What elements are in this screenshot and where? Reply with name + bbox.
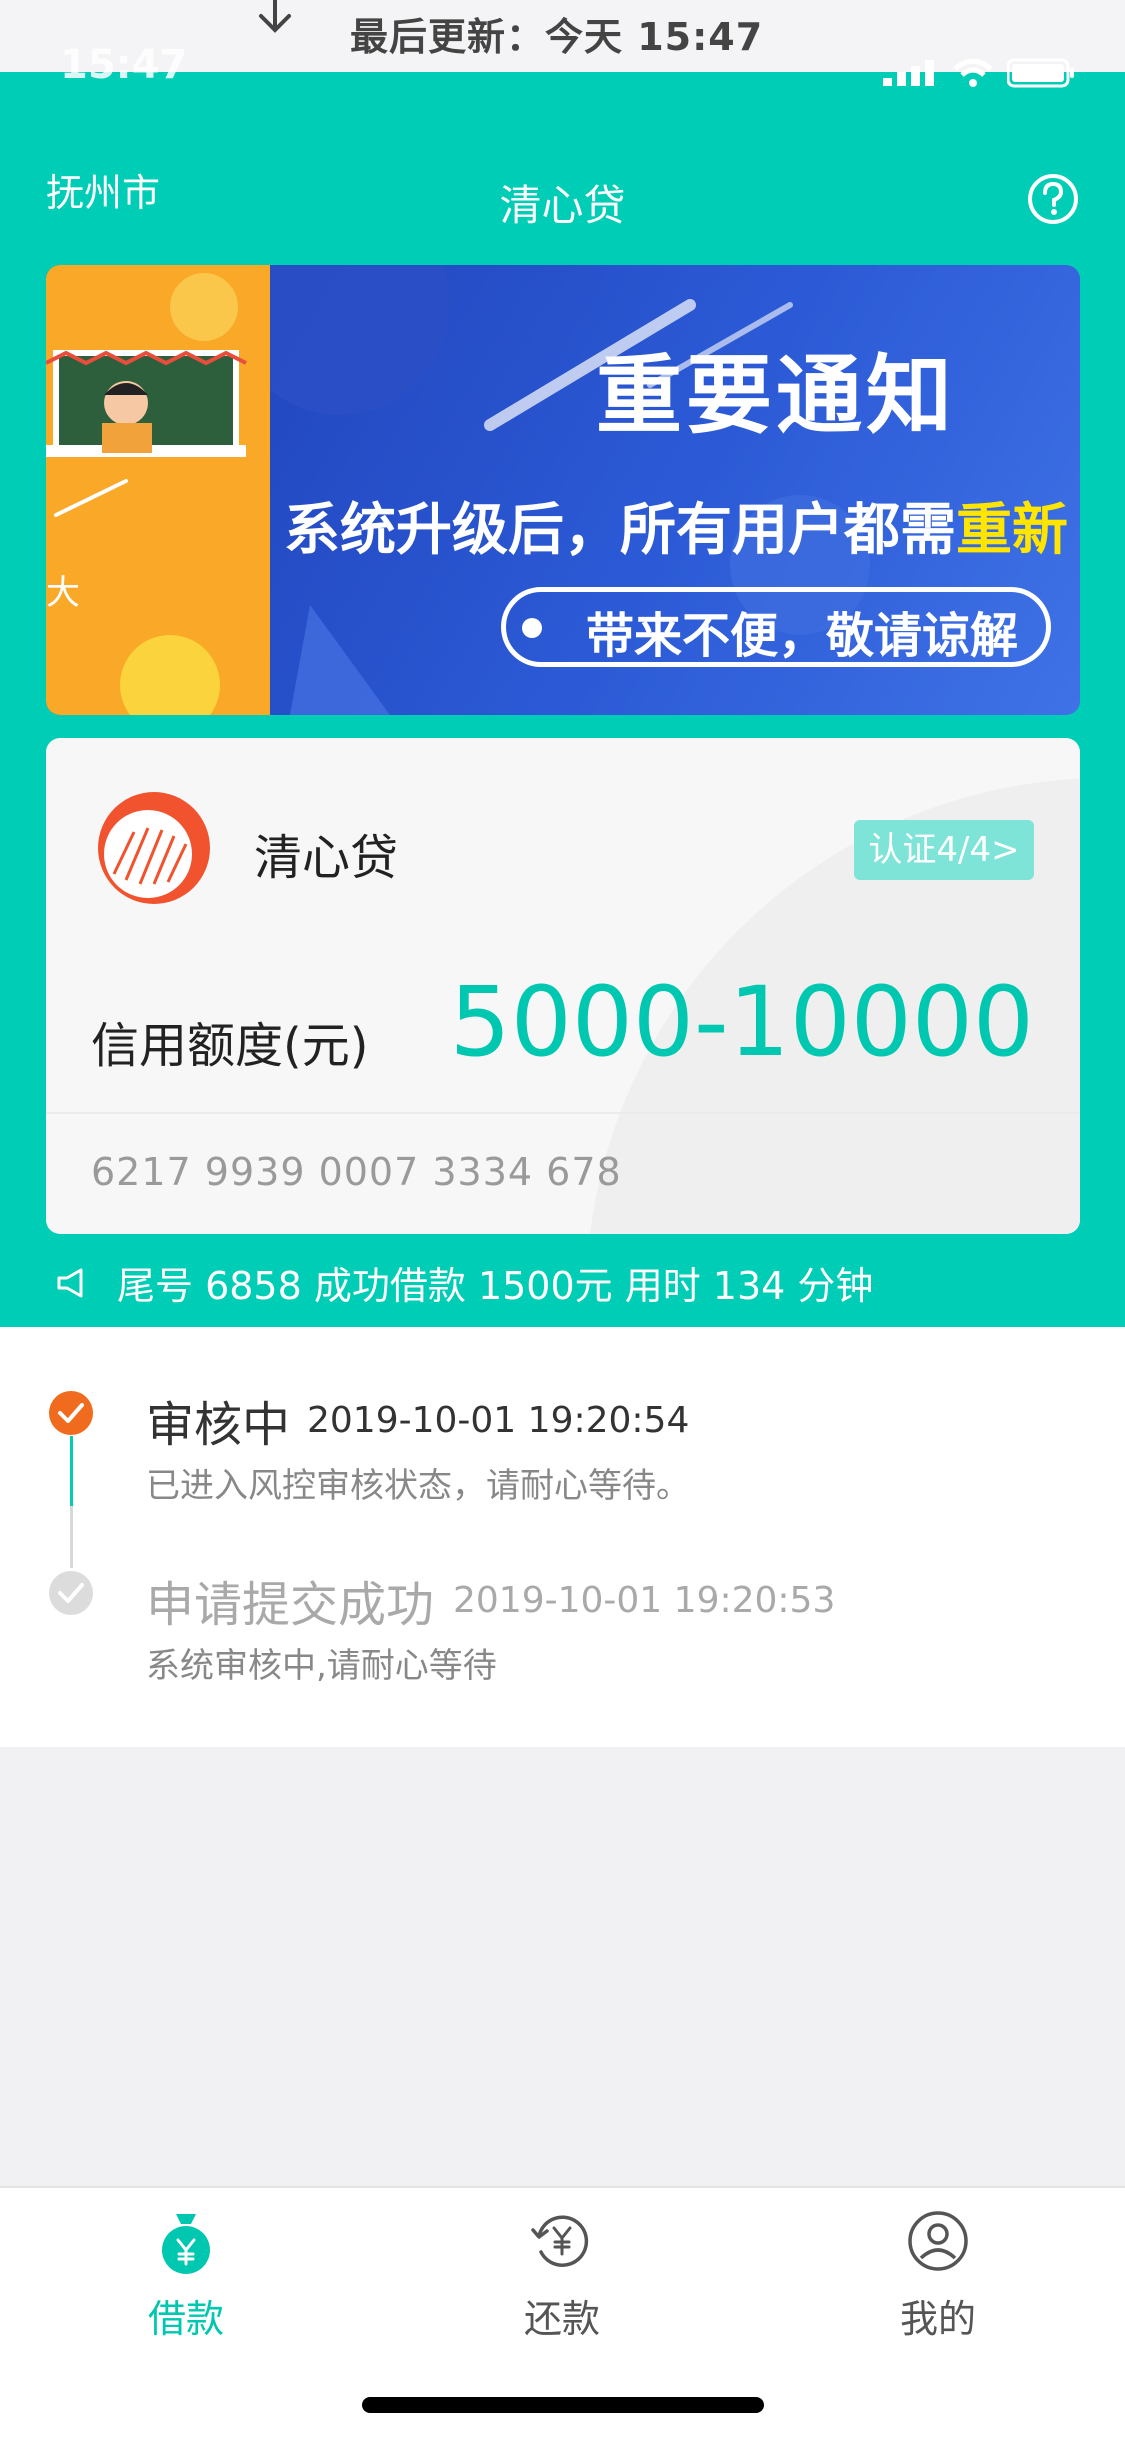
money-bag-icon — [162, 2214, 210, 2274]
timeline-desc: 系统审核中,请耐心等待 — [146, 1646, 497, 1686]
signal-icon — [883, 60, 934, 86]
tab-profile[interactable]: 我的 — [838, 2206, 1038, 2343]
wifi-icon — [953, 59, 993, 87]
dot-icon — [522, 618, 542, 638]
page-title: 清心贷 — [499, 181, 626, 230]
check-inactive-icon — [49, 1571, 93, 1615]
status-time: 15:47 — [60, 42, 188, 88]
tab-borrow[interactable]: 借款 — [86, 2206, 286, 2343]
loan-notice: 尾号 6858 成功借款 1500元 用时 134 分钟 — [55, 1255, 873, 1310]
timeline-line — [70, 1506, 73, 1568]
repay-icon — [531, 2215, 589, 2267]
bank-card-number: 6217 9939 0007 3334 678 — [91, 1150, 622, 1194]
card-divider — [46, 1112, 1080, 1114]
tab-label: 我的 — [899, 2297, 976, 2341]
banner-illustration: 大 — [46, 265, 270, 715]
check-active-icon — [49, 1391, 93, 1435]
status-icons — [883, 58, 1075, 88]
help-icon[interactable] — [1026, 172, 1080, 226]
timeline-title: 审核中 — [146, 1397, 291, 1453]
certification-badge[interactable]: 认证4/4> — [854, 820, 1034, 880]
credit-card[interactable]: 清心贷 认证4/4> 信用额度(元) 5000-10000 6217 9939 … — [46, 738, 1080, 1234]
banner-subtitle-highlight: 重新 — [956, 498, 1068, 563]
banner-title: 重要通知 — [596, 346, 956, 446]
banner-pill: 带来不便，敬请谅解 — [501, 587, 1051, 667]
timeline-time: 2019-10-01 19:20:53 — [453, 1580, 836, 1621]
banner-subtitle-text: 系统升级后，所有用户都需 — [284, 498, 956, 563]
profile-icon — [908, 2211, 968, 2271]
timeline-line — [70, 1436, 73, 1506]
speaker-icon — [57, 1268, 83, 1297]
banner-subtitle: 系统升级后，所有用户都需重新 — [284, 485, 1068, 566]
tab-label: 还款 — [523, 2297, 600, 2341]
home-indicator[interactable] — [362, 2397, 764, 2413]
timeline-desc: 已进入风控审核状态，请耐心等待。 — [146, 1466, 690, 1506]
credit-limit-value: 5000-10000 — [449, 966, 1034, 1078]
timeline-title: 申请提交成功 — [146, 1577, 435, 1633]
banner-side-char: 大 — [46, 573, 80, 613]
announcement-banner[interactable]: 大 重要通知 系统升级后，所有用户都需重新 带来不便，敬请谅解 — [46, 265, 1080, 715]
app-logo-icon — [98, 792, 210, 904]
battery-icon — [1007, 58, 1074, 88]
arrow-down-icon — [259, 0, 291, 33]
tab-repay[interactable]: 还款 — [462, 2206, 662, 2343]
card-app-name: 清心贷 — [254, 830, 399, 886]
notice-text: 尾号 6858 成功借款 1500元 用时 134 分钟 — [117, 1264, 874, 1308]
refresh-text: 最后更新：今天 15:47 — [350, 15, 764, 59]
banner-pill-text: 带来不便，敬请谅解 — [586, 608, 1019, 664]
tab-label: 借款 — [147, 2297, 224, 2341]
timeline-time: 2019-10-01 19:20:54 — [307, 1400, 690, 1441]
